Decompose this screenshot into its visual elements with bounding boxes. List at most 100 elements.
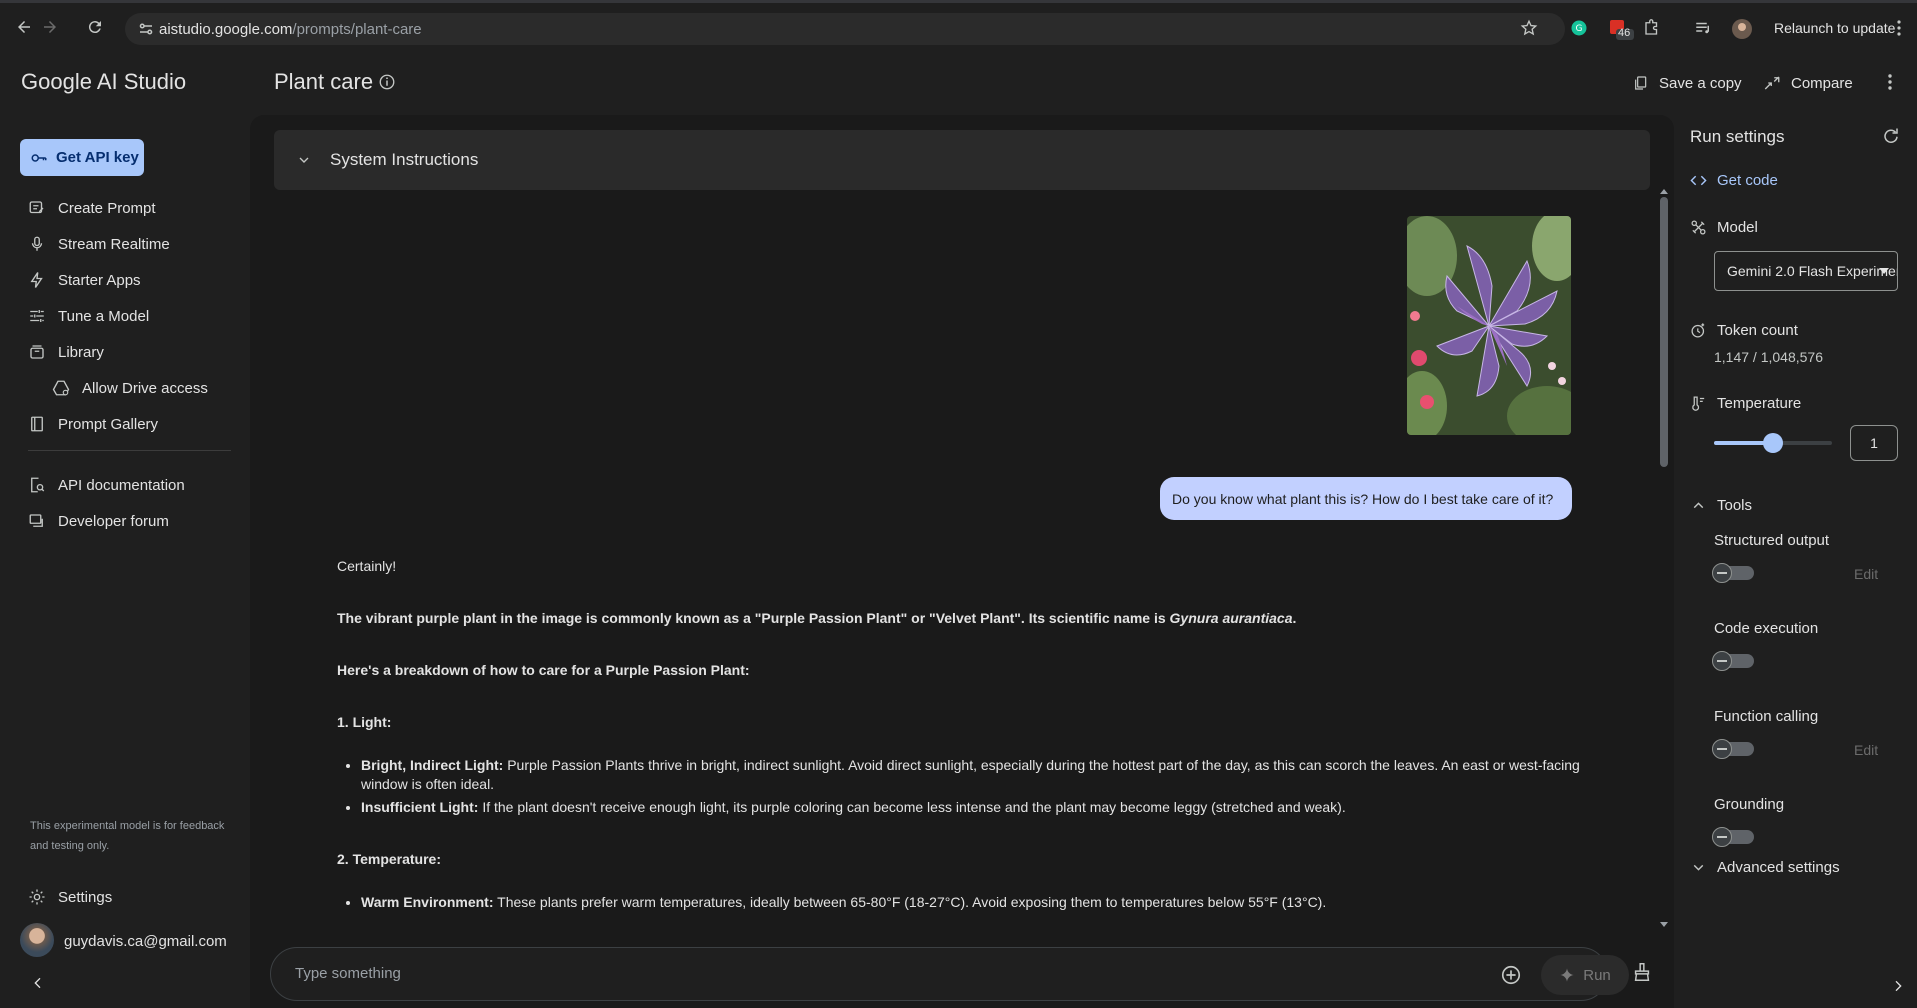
chat-scrollbar[interactable] (1660, 197, 1668, 467)
compare-label: Compare (1791, 74, 1853, 92)
model-select[interactable]: Gemini 2.0 Flash Experimental (1714, 251, 1898, 291)
app-brand[interactable]: Google AI Studio (21, 69, 186, 95)
plant-photo[interactable] (1407, 216, 1571, 435)
nav-label: Create Prompt (58, 199, 156, 217)
nav-starter-apps[interactable]: Starter Apps (28, 265, 141, 295)
avatar[interactable] (20, 923, 54, 957)
bookmark-star-icon[interactable] (1520, 19, 1540, 39)
toggle-knob (1712, 563, 1732, 583)
temperature-slider-thumb[interactable] (1763, 433, 1783, 453)
scientific-name: Gynura aurantiaca (1169, 610, 1293, 626)
grounding-toggle[interactable] (1712, 827, 1754, 847)
expand-panel-icon[interactable] (1890, 978, 1906, 994)
response-intro: Certainly! (337, 558, 397, 574)
mic-icon (28, 235, 46, 253)
toggle-knob (1712, 739, 1732, 759)
save-copy-button[interactable]: Save a copy (1633, 72, 1742, 94)
scroll-down-arrow-icon[interactable] (1659, 921, 1669, 929)
nav-library[interactable]: Library (28, 337, 104, 367)
nav-api-documentation[interactable]: API documentation (28, 470, 185, 500)
compare-button[interactable]: Compare (1763, 72, 1853, 94)
nav-label: Starter Apps (58, 271, 141, 289)
forward-icon[interactable] (41, 18, 59, 36)
function-calling-label: Function calling (1714, 708, 1819, 725)
dropdown-caret-icon (1879, 268, 1889, 274)
url-host: aistudio.google.com (159, 21, 293, 38)
clear-chat-icon[interactable] (1631, 961, 1653, 983)
nav-prompt-gallery[interactable]: Prompt Gallery (28, 409, 158, 439)
nav-label: Tune a Model (58, 307, 150, 325)
scroll-up-arrow-icon[interactable] (1659, 187, 1669, 195)
structured-output-edit[interactable]: Edit (1854, 566, 1878, 582)
model-section: Model (1690, 219, 1758, 236)
experimental-note: This experimental model is for feedback … (30, 820, 225, 852)
get-code-button[interactable]: Get code (1690, 172, 1778, 189)
nav-stream-realtime[interactable]: Stream Realtime (28, 229, 170, 259)
model-label: Model (1717, 219, 1758, 236)
nav-create-prompt[interactable]: Create Prompt (28, 193, 156, 223)
nav-tune-model[interactable]: Tune a Model (28, 301, 149, 331)
prompt-input-bar[interactable]: Type something Run (270, 947, 1629, 1001)
chevron-up-icon (1690, 497, 1707, 514)
system-instructions-panel[interactable]: System Instructions (274, 130, 1650, 190)
temperature-input[interactable]: 1 (1850, 425, 1898, 461)
structured-output-toggle[interactable] (1712, 563, 1754, 583)
compare-icon (1763, 74, 1781, 92)
sidebar-divider (28, 450, 231, 451)
browser-menu-icon[interactable] (1896, 19, 1904, 39)
get-api-key-button[interactable]: Get API key (20, 139, 144, 176)
bullet-text: If the plant doesn't receive enough ligh… (478, 799, 1346, 815)
profile-avatar-icon[interactable] (1732, 19, 1752, 39)
svg-text:G: G (1576, 24, 1583, 34)
grammarly-extension-icon[interactable]: G (1570, 19, 1590, 39)
bullet-title: Insufficient Light: (361, 799, 479, 815)
extensions-puzzle-icon[interactable] (1643, 19, 1663, 39)
relaunch-button[interactable]: Relaunch to update (1774, 20, 1895, 36)
model-response: Certainly! The vibrant purple plant in t… (337, 557, 1587, 945)
nav-label: Allow Drive access (82, 379, 208, 397)
media-queue-icon[interactable] (1694, 19, 1714, 39)
code-execution-toggle[interactable] (1712, 651, 1754, 671)
token-count-value: 1,147 / 1,048,576 (1714, 349, 1823, 365)
back-icon[interactable] (15, 18, 33, 36)
user-email: guydavis.ca@gmail.com (64, 933, 227, 950)
advanced-settings-toggle[interactable]: Advanced settings (1690, 859, 1840, 876)
collapse-sidebar-icon[interactable] (30, 975, 46, 991)
get-code-label: Get code (1717, 172, 1778, 189)
run-settings-panel: Run settings Get code Model Gemini 2.0 F… (1674, 115, 1917, 1008)
calendar-extension-icon[interactable]: 46 (1608, 19, 1634, 40)
reload-icon[interactable] (86, 18, 104, 36)
gear-icon (28, 888, 46, 906)
temperature-list: Warm Environment: These plants prefer wa… (337, 893, 1587, 912)
light-list: Bright, Indirect Light: Purple Passion P… (337, 756, 1587, 817)
tools-toggle[interactable]: Tools (1690, 497, 1752, 514)
book-icon (28, 415, 46, 433)
nav-allow-drive-access[interactable]: Allow Drive access (52, 373, 208, 403)
section-temperature-heading: 2. Temperature: (337, 851, 441, 867)
response-breakdown: Here's a breakdown of how to care for a … (337, 662, 750, 678)
structured-output-label: Structured output (1714, 532, 1830, 549)
nav-label: Stream Realtime (58, 235, 170, 253)
run-button[interactable]: Run (1541, 955, 1629, 995)
add-media-icon[interactable] (1500, 964, 1522, 986)
temperature-label: Temperature (1717, 395, 1802, 412)
nav-developer-forum[interactable]: Developer forum (28, 506, 169, 536)
more-options-icon[interactable] (1880, 72, 1900, 92)
info-icon[interactable] (378, 73, 396, 91)
address-bar[interactable]: aistudio.google.com/prompts/plant-care (125, 13, 1565, 45)
function-calling-edit[interactable]: Edit (1854, 742, 1878, 758)
function-calling-toggle[interactable] (1712, 739, 1754, 759)
bullet-title: Bright, Indirect Light: (361, 757, 504, 773)
get-api-key-label: Get API key (56, 149, 139, 166)
chevron-down-icon (1690, 859, 1707, 876)
temperature-section: Temperature (1690, 395, 1801, 412)
copy-icon (1633, 74, 1649, 92)
nav-label: Library (58, 343, 104, 361)
site-info-icon[interactable] (137, 20, 155, 38)
prompt-input[interactable]: Type something (295, 965, 401, 982)
reset-settings-icon[interactable] (1882, 127, 1900, 145)
nav-label: Developer forum (58, 512, 169, 530)
left-sidebar: Google AI Studio Get API key Create Prom… (0, 50, 250, 1008)
nav-settings[interactable]: Settings (28, 882, 112, 912)
chat-panel: System Instructions Do you know what pla… (250, 115, 1674, 1008)
